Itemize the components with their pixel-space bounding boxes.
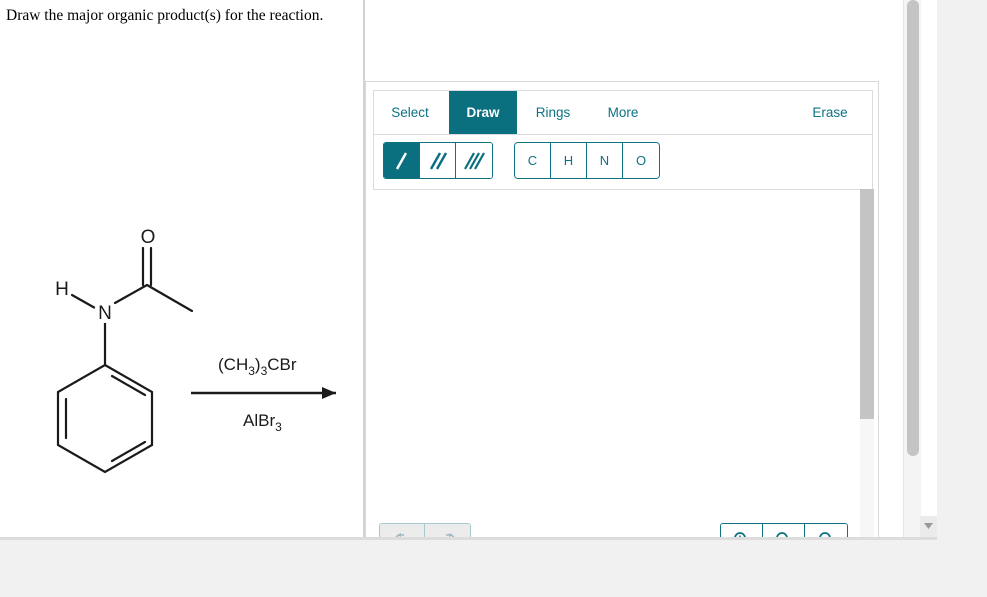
atom-label-h: H <box>55 279 69 300</box>
editor-tools-row: C H N O <box>374 135 872 191</box>
single-bond-tool[interactable] <box>384 143 420 178</box>
reagent-below: AlBr3 <box>243 411 282 434</box>
molecule-editor: Select Draw Rings More Erase C H N O <box>365 81 879 537</box>
tab-rings[interactable]: Rings <box>522 91 584 134</box>
tab-select[interactable]: Select <box>378 91 442 134</box>
redo-button[interactable] <box>425 524 470 537</box>
triple-bond-icon <box>464 151 485 170</box>
tab-draw[interactable]: Draw <box>449 91 517 134</box>
page-scrollbar[interactable] <box>903 0 921 537</box>
zoom-reset-button[interactable] <box>805 524 847 537</box>
chevron-down-icon <box>924 523 933 529</box>
single-bond-icon <box>395 151 407 170</box>
element-button-n[interactable]: N <box>587 143 623 178</box>
tab-more[interactable]: More <box>592 91 654 134</box>
element-button-c[interactable]: C <box>515 143 551 178</box>
reaction-svg: O H N (CH3)3CBr AlBr3 <box>51 225 336 474</box>
svg-text:(CH3)3CBr: (CH3)3CBr <box>218 355 297 378</box>
editor-scrollbar-thumb[interactable] <box>860 189 874 419</box>
reagent-above: (CH3)3CBr <box>218 355 297 378</box>
reaction-scheme: O H N (CH3)3CBr AlBr3 <box>0 200 360 500</box>
double-bond-tool[interactable] <box>420 143 456 178</box>
page-scrollbar-down-button[interactable] <box>920 516 937 537</box>
page-gutter <box>920 0 937 516</box>
reagent-below-main: AlBr <box>243 411 275 430</box>
reagent-below-sub: 3 <box>275 420 282 434</box>
erase-button[interactable]: Erase <box>796 91 864 134</box>
reagent-above-open: (CH <box>218 355 248 374</box>
atom-label-n: N <box>98 303 112 324</box>
bond-n-c <box>113 283 149 305</box>
element-tool-group: C H N O <box>514 142 660 179</box>
svg-text:AlBr3: AlBr3 <box>243 411 282 434</box>
bond-tool-group <box>383 142 493 179</box>
reaction-arrow <box>191 387 336 399</box>
benzene-ring <box>56 363 154 474</box>
page-content: Draw the major organic product(s) for th… <box>0 0 937 537</box>
triple-bond-tool[interactable] <box>456 143 492 178</box>
editor-bottom-controls <box>365 523 879 537</box>
page-scrollbar-thumb[interactable] <box>907 0 919 456</box>
element-button-o[interactable]: O <box>623 143 659 178</box>
atom-label-o: O <box>141 227 156 248</box>
question-prompt: Draw the major organic product(s) for th… <box>6 7 324 24</box>
bond-c-ch3 <box>145 283 194 313</box>
element-button-h[interactable]: H <box>551 143 587 178</box>
editor-toolbar: Select Draw Rings More Erase C H N O <box>373 90 873 190</box>
drawing-canvas[interactable] <box>373 190 873 530</box>
editor-tab-row: Select Draw Rings More Erase <box>374 91 872 135</box>
bond-h-n <box>70 293 97 310</box>
undo-button[interactable] <box>380 524 425 537</box>
double-bond-icon <box>429 151 447 170</box>
zoom-in-button[interactable] <box>721 524 763 537</box>
zoom-button-group <box>720 523 848 537</box>
reagent-above-tail: CBr <box>267 355 297 374</box>
zoom-out-button[interactable] <box>763 524 805 537</box>
page-bottom-edge <box>0 537 937 540</box>
editor-scrollbar[interactable] <box>860 189 874 537</box>
history-button-group <box>379 523 471 537</box>
